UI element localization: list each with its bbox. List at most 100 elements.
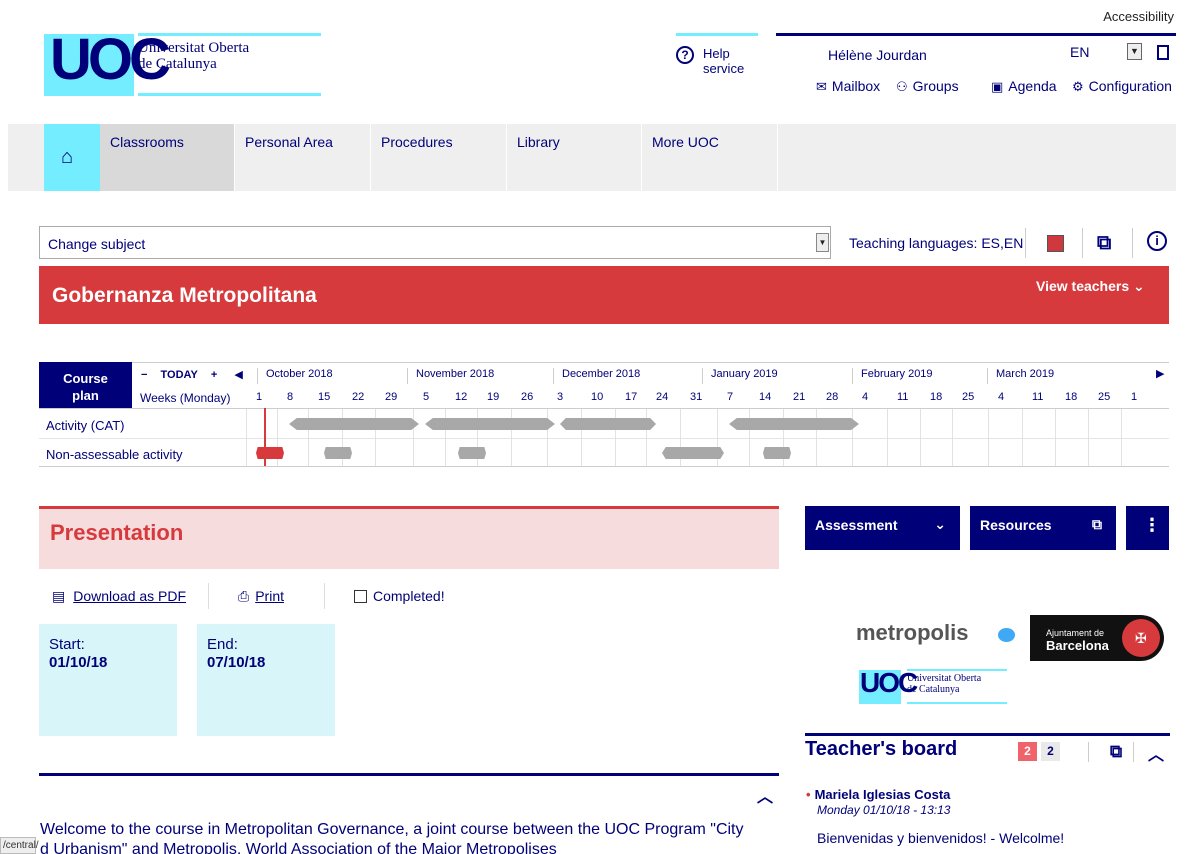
change-subject-select[interactable]: Change subject [39, 226, 831, 259]
teachers-board-title: Teacher's board [805, 738, 958, 760]
groups-icon: ⚇ [896, 79, 908, 94]
zoom-out-button[interactable]: − [141, 369, 147, 381]
grid-column [988, 409, 989, 466]
month-label: March 2019 [987, 368, 1054, 384]
month-label: December 2018 [553, 368, 640, 384]
barcelona-logo: Ajuntament de Barcelona ✠ [1030, 615, 1164, 661]
grid-column [511, 409, 512, 466]
week-day-label: 29 [385, 391, 398, 403]
activity-bar[interactable] [289, 418, 419, 430]
activity-bar[interactable] [560, 418, 656, 430]
chevron-down-icon: ⌄ [1133, 278, 1145, 294]
prev-arrow-icon[interactable]: ◀ [234, 369, 242, 381]
external-link-icon[interactable]: ⧉ [1097, 232, 1111, 255]
course-title: Gobernanza Metropolitana [52, 284, 317, 307]
zoom-in-button[interactable]: + [211, 369, 217, 381]
home-button[interactable]: ⌂ [44, 124, 100, 191]
status-bar-url: /central/ [0, 837, 39, 854]
uoc-logo[interactable]: UOC [44, 27, 171, 96]
printer-icon: ⎙ [238, 588, 250, 604]
week-day-label: 14 [759, 391, 772, 403]
agenda-link[interactable]: ▣ Agenda [991, 78, 1057, 95]
chevron-up-icon[interactable]: ︿ [757, 783, 773, 807]
print-link[interactable]: ⎙ Print [238, 588, 284, 605]
week-day-label: 12 [455, 391, 468, 403]
non-assessable-bar[interactable] [324, 447, 352, 459]
week-day-label: 22 [352, 391, 365, 403]
start-date-box: Start: 01/10/18 [39, 624, 177, 736]
message-text[interactable]: Bienvenidas y bienvenidos! - Welcolme! [817, 830, 1064, 846]
assessment-button[interactable]: Assessment ⌄ [805, 506, 960, 550]
accessibility-link[interactable]: Accessibility [1103, 9, 1174, 24]
grid-column [852, 409, 853, 466]
logo-divider [907, 702, 1007, 704]
groups-link[interactable]: ⚇ Groups [896, 78, 959, 95]
week-day-label: 25 [1098, 391, 1111, 403]
download-pdf-link[interactable]: ▤ Download as PDF [52, 588, 186, 605]
divider [1088, 742, 1089, 762]
completed-checkbox[interactable]: Completed! [354, 588, 445, 604]
activity-bar[interactable] [729, 418, 859, 430]
teaching-languages: Teaching languages: ES,EN [849, 235, 1024, 251]
message-author[interactable]: • Mariela Iglesias Costa [806, 787, 950, 802]
week-day-label: 17 [625, 391, 638, 403]
activity-bar[interactable] [425, 418, 555, 430]
nav-library[interactable]: Library [507, 124, 642, 191]
metropolis-dot [998, 628, 1015, 642]
timeline-zoom-controls[interactable]: − TODAY + ◀ [141, 368, 243, 381]
week-day-label: 19 [487, 391, 500, 403]
nav-procedures[interactable]: Procedures [371, 124, 507, 191]
row-label-activity: Activity (CAT) [46, 418, 125, 433]
grid-column [445, 409, 446, 466]
week-day-label: 18 [1065, 391, 1078, 403]
week-day-label: 11 [897, 391, 909, 403]
more-options-button[interactable]: ⋮ [1126, 506, 1169, 550]
nav-more-uoc[interactable]: More UOC [642, 124, 778, 191]
help-divider [676, 33, 758, 36]
end-date-box: End: 07/10/18 [197, 624, 335, 736]
week-day-label: 21 [793, 391, 806, 403]
today-button[interactable]: TODAY [161, 369, 198, 381]
info-icon[interactable]: i [1147, 231, 1167, 251]
week-day-label: 18 [930, 391, 943, 403]
chevron-down-icon[interactable]: ▼ [816, 233, 829, 252]
divider [324, 583, 325, 609]
view-teachers-button[interactable]: View teachers ⌄ [1036, 278, 1145, 295]
non-assessable-bar[interactable] [458, 447, 486, 459]
welcome-text: Welcome to the course in Metropolitan Go… [40, 821, 744, 854]
timeline-row-divider [39, 466, 1169, 467]
pdf-icon: ▤ [52, 588, 66, 604]
non-assessable-bar[interactable] [763, 447, 791, 459]
nav-classrooms[interactable]: Classrooms [100, 124, 235, 191]
language-select[interactable]: EN [1070, 44, 1089, 60]
nav-personal-area[interactable]: Personal Area [235, 124, 371, 191]
row-label-non-assessable: Non-assessable activity [46, 447, 183, 462]
week-day-label: 25 [962, 391, 975, 403]
resources-button[interactable]: Resources ⧉ [970, 506, 1116, 550]
week-day-label: 4 [998, 391, 1005, 403]
divider [208, 583, 209, 609]
non-assessable-bar[interactable] [256, 447, 284, 459]
classroom-color-icon[interactable] [1047, 235, 1064, 252]
grid-column [413, 409, 414, 466]
grid-column [1022, 409, 1023, 466]
divider [1082, 228, 1083, 258]
logo-divider-bottom [138, 93, 321, 96]
calendar-icon: ▣ [991, 79, 1004, 94]
logout-icon[interactable] [1157, 45, 1169, 60]
mailbox-link[interactable]: ✉ Mailbox [816, 78, 880, 95]
grid-column [816, 409, 817, 466]
month-label: January 2019 [702, 368, 778, 384]
chevron-up-icon[interactable]: ︿ [1148, 741, 1164, 765]
chevron-down-icon[interactable]: ▼ [1127, 43, 1142, 60]
month-label: October 2018 [257, 368, 333, 384]
external-link-icon[interactable]: ⧉ [1110, 742, 1122, 762]
non-assessable-bar[interactable] [662, 447, 724, 459]
week-day-label: 5 [423, 391, 430, 403]
next-arrow-icon[interactable]: ▶ [1156, 367, 1164, 380]
university-name: Universitat Oberta de Catalunya [138, 40, 250, 72]
new-messages-badge: 2 [1018, 742, 1037, 761]
configuration-link[interactable]: ⚙ Configuration [1072, 78, 1172, 95]
uoc-small-name: Universitat Oberta de Catalunya [907, 673, 982, 695]
week-day-label: 28 [826, 391, 839, 403]
